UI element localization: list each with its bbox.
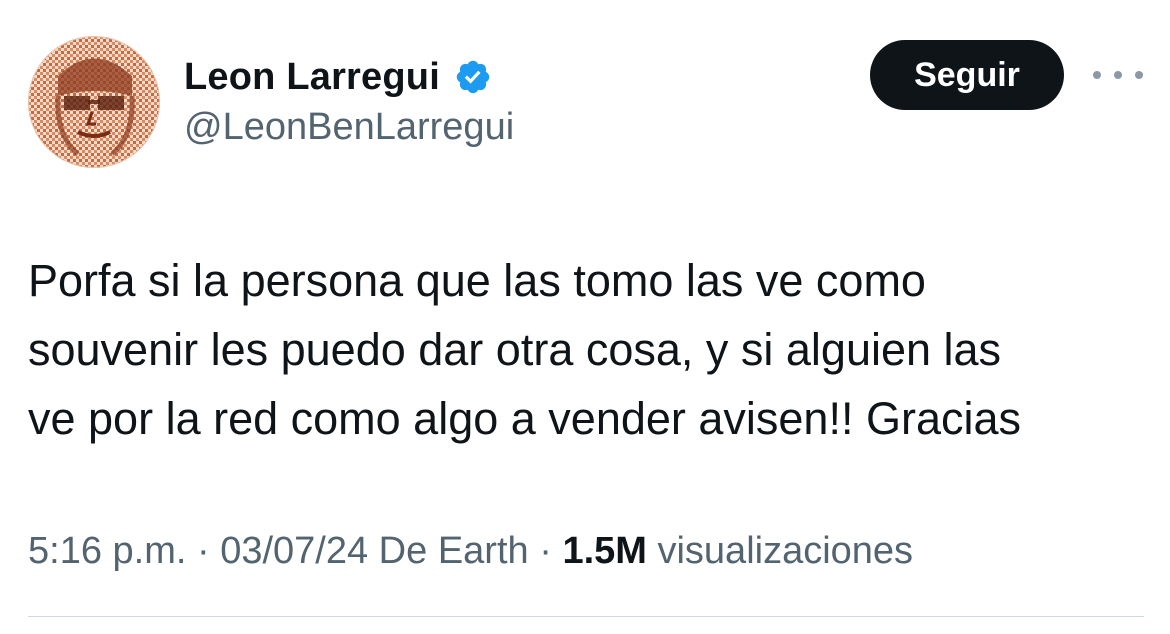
tweet-text-line: souvenir les puedo dar otra cosa, y si a… <box>28 324 1002 375</box>
display-name-row: Leon Larregui <box>184 52 492 102</box>
meta-separator: · <box>186 530 221 572</box>
verified-badge-icon <box>454 58 492 96</box>
tweet-date[interactable]: 03/07/24 <box>220 530 368 572</box>
more-dot <box>1114 71 1122 79</box>
views-label: visualizaciones <box>646 530 914 572</box>
tweet-card: Leon Larregui @LeonBenLarregui Seguir Po… <box>0 0 1170 634</box>
tweet-text: Porfa si la persona que las tomo las ve … <box>28 246 1148 453</box>
more-options-icon[interactable] <box>1093 60 1143 90</box>
follow-button[interactable]: Seguir <box>870 40 1064 110</box>
user-handle[interactable]: @LeonBenLarregui <box>184 106 514 149</box>
meta-separator: · <box>528 530 563 572</box>
tweet-text-line: Porfa si la persona que las tomo las ve … <box>28 255 926 306</box>
tweet-meta: 5:16 p.m. · 03/07/24 De Earth · 1.5M vis… <box>28 530 913 573</box>
tweet-text-line: ve por la red como algo a vender avisen!… <box>28 393 1022 444</box>
more-dot <box>1093 71 1101 79</box>
avatar-image <box>28 36 160 168</box>
avatar[interactable] <box>28 36 160 168</box>
display-name[interactable]: Leon Larregui <box>184 56 440 99</box>
divider <box>28 616 1144 617</box>
tweet-location: De Earth <box>368 530 529 572</box>
more-dot <box>1135 71 1143 79</box>
views-count: 1.5M <box>562 530 647 572</box>
tweet-time[interactable]: 5:16 p.m. <box>28 530 186 572</box>
